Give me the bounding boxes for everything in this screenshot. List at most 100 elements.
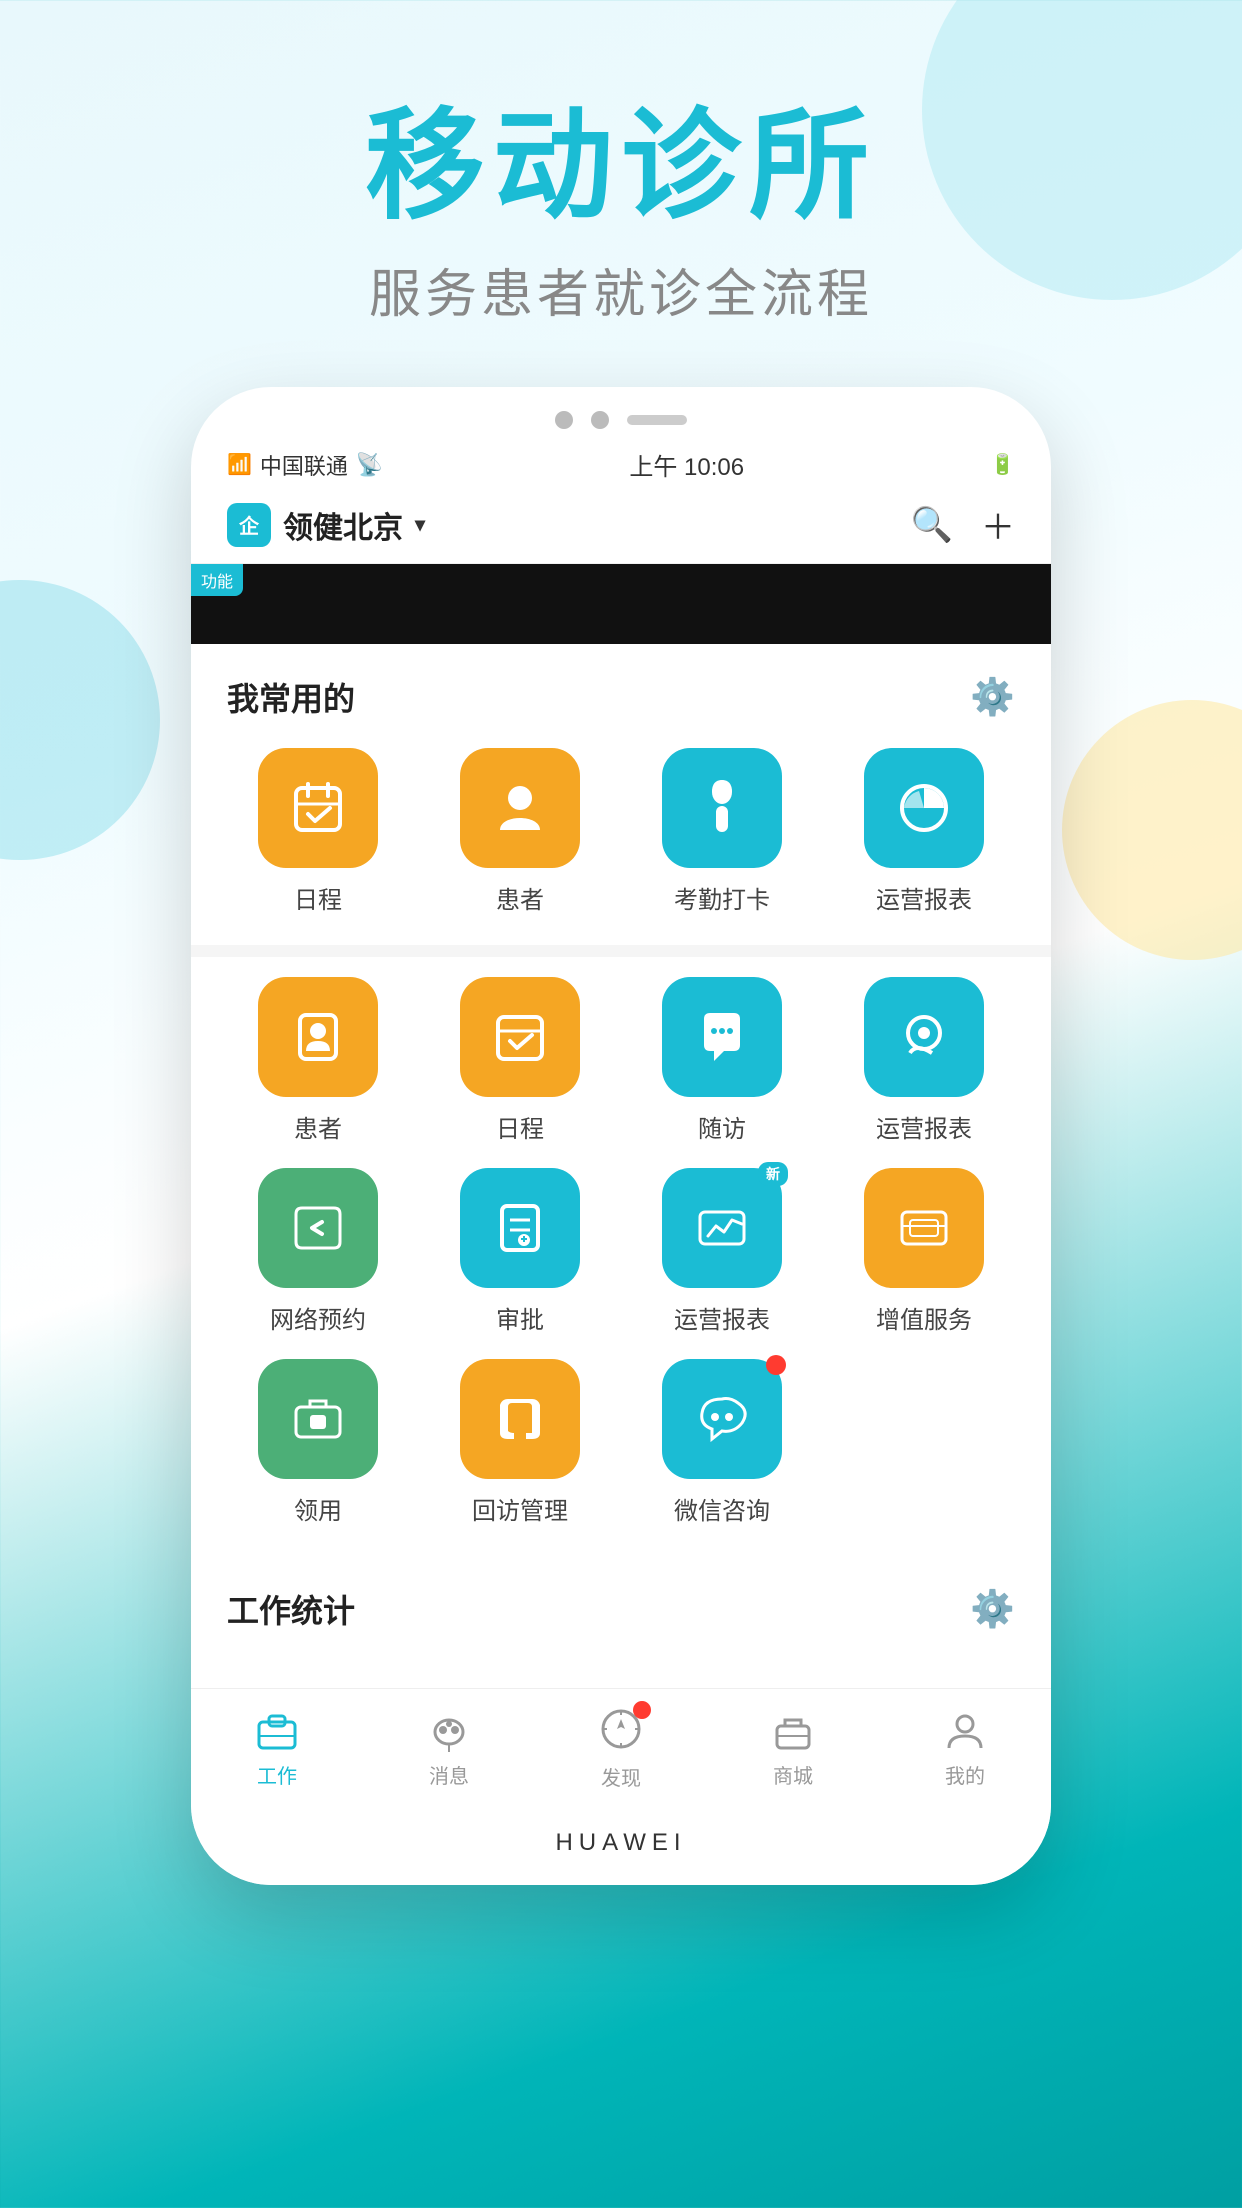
bottom-nav-shop-label: 商城 <box>773 1760 813 1789</box>
status-bar: 📶 中国联通 📡 上午 10:06 🔋 <box>191 439 1051 490</box>
bottom-nav-work[interactable]: 工作 <box>255 1710 299 1789</box>
promo-banner: 功能 <box>191 564 1051 644</box>
icon-box-schedule <box>258 748 378 868</box>
stats-gear-icon[interactable]: ⚙️ <box>970 1588 1015 1630</box>
nav-brand[interactable]: 企 领健北京 ▾ <box>227 503 425 547</box>
bottom-nav-shop[interactable]: 商城 <box>771 1710 815 1789</box>
common-icon-grid: 日程 患者 <box>227 748 1015 915</box>
signal-icon: 📶 <box>227 452 252 477</box>
icon-box-patient2 <box>258 977 378 1097</box>
new-badge: 新 <box>758 1162 788 1186</box>
nav-actions: 🔍 ＋ <box>911 500 1015 549</box>
promo-badge: 功能 <box>191 564 243 596</box>
carrier-name: 中国联通 <box>260 449 348 481</box>
icon-label-vip: 增值服务 <box>876 1300 972 1335</box>
report3-icon <box>692 1198 752 1258</box>
icon-item-followup[interactable]: 随访 <box>631 977 813 1144</box>
huawei-logo: HUAWEI <box>555 1829 686 1856</box>
icon-box-report3: 新 <box>662 1168 782 1288</box>
work-icon <box>255 1710 299 1754</box>
apps-row-3: 领用 回访管理 <box>227 1359 1015 1526</box>
bottom-nav-mine-label: 我的 <box>945 1760 985 1789</box>
huawei-brand: HUAWEI <box>191 1811 1051 1885</box>
report-icon <box>894 778 954 838</box>
icon-box-followup <box>662 977 782 1097</box>
red-dot-badge <box>766 1355 786 1375</box>
booking-icon <box>288 1198 348 1258</box>
shop-icon <box>771 1710 815 1754</box>
patient-icon <box>490 778 550 838</box>
icon-box-booking <box>258 1168 378 1288</box>
bottom-nav-discover-label: 发现 <box>601 1762 641 1791</box>
bottom-nav-message-label: 消息 <box>429 1760 469 1789</box>
icon-label-report2: 运营报表 <box>876 1109 972 1144</box>
icon-box-attendance <box>662 748 782 868</box>
bottom-nav-mine[interactable]: 我的 <box>943 1710 987 1789</box>
approval-icon <box>490 1198 550 1258</box>
phone-wrapper: 📶 中国联通 📡 上午 10:06 🔋 企 领健北京 ▾ 🔍 ＋ 功能 <box>0 387 1242 1885</box>
icon-item-vip[interactable]: 增值服务 <box>833 1168 1015 1335</box>
callback-icon <box>490 1389 550 1449</box>
patient2-icon <box>288 1007 348 1067</box>
hero-subtitle: 服务患者就诊全流程 <box>0 252 1242 327</box>
schedule-icon <box>288 778 348 838</box>
dot-2 <box>591 411 609 429</box>
wifi-icon: 📡 <box>356 452 383 478</box>
stats-section-title: 工作统计 <box>227 1586 355 1632</box>
icon-label-patient2: 患者 <box>294 1109 342 1144</box>
message-icon <box>427 1710 471 1754</box>
brand-name: 领健北京 <box>283 503 403 547</box>
icon-item-empty <box>833 1359 1015 1526</box>
icon-label-wechat: 微信咨询 <box>674 1491 770 1526</box>
status-time: 上午 10:06 <box>629 447 744 482</box>
icon-box-report <box>864 748 984 868</box>
icon-box-schedule2 <box>460 977 580 1097</box>
vip-icon <box>894 1198 954 1258</box>
icon-box-approval <box>460 1168 580 1288</box>
apps-row-2: 网络预约 审批 <box>227 1168 1015 1335</box>
all-apps-section: 患者 日程 <box>191 957 1051 1546</box>
add-button[interactable]: ＋ <box>981 500 1015 549</box>
icon-label-supply: 领用 <box>294 1491 342 1526</box>
icon-label-attendance: 考勤打卡 <box>674 880 770 915</box>
icon-item-approval[interactable]: 审批 <box>429 1168 611 1335</box>
icon-label-patient: 患者 <box>496 880 544 915</box>
hero-title: 移动诊所 <box>0 100 1242 232</box>
bottom-nav-discover[interactable]: 发现 <box>599 1707 643 1791</box>
icon-item-patient[interactable]: 患者 <box>429 748 611 915</box>
mine-icon <box>943 1710 987 1754</box>
search-button[interactable]: 🔍 <box>911 505 953 545</box>
apps-row-1: 患者 日程 <box>227 977 1015 1144</box>
chevron-down-icon: ▾ <box>415 512 425 537</box>
icon-label-schedule2: 日程 <box>496 1109 544 1144</box>
report2-icon <box>894 1007 954 1067</box>
stats-section-header: 工作统计 ⚙️ <box>227 1586 1015 1632</box>
icon-box-supply <box>258 1359 378 1479</box>
bottom-nav-message[interactable]: 消息 <box>427 1710 471 1789</box>
battery-icon: 🔋 <box>990 452 1015 477</box>
supply-icon <box>288 1389 348 1449</box>
icon-item-report2[interactable]: 运营报表 <box>833 977 1015 1144</box>
icon-item-report[interactable]: 运营报表 <box>833 748 1015 915</box>
hero-section: 移动诊所 服务患者就诊全流程 <box>0 0 1242 327</box>
icon-item-schedule2[interactable]: 日程 <box>429 977 611 1144</box>
discover-badge <box>633 1701 651 1719</box>
icon-item-attendance[interactable]: 考勤打卡 <box>631 748 813 915</box>
icon-item-callback[interactable]: 回访管理 <box>429 1359 611 1526</box>
icon-item-booking[interactable]: 网络预约 <box>227 1168 409 1335</box>
phone-indicator-dots <box>191 387 1051 439</box>
common-gear-icon[interactable]: ⚙️ <box>970 676 1015 718</box>
icon-label-approval: 审批 <box>496 1300 544 1335</box>
icon-box-wechat <box>662 1359 782 1479</box>
icon-item-patient2[interactable]: 患者 <box>227 977 409 1144</box>
phone-home-indicator <box>627 415 687 425</box>
icon-item-schedule[interactable]: 日程 <box>227 748 409 915</box>
icon-item-supply[interactable]: 领用 <box>227 1359 409 1526</box>
phone-mockup: 📶 中国联通 📡 上午 10:06 🔋 企 领健北京 ▾ 🔍 ＋ 功能 <box>191 387 1051 1885</box>
icon-item-report3[interactable]: 新 运营报表 <box>631 1168 813 1335</box>
dot-1 <box>555 411 573 429</box>
bottom-navigation: 工作 消息 <box>191 1688 1051 1811</box>
icon-label-schedule: 日程 <box>294 880 342 915</box>
icon-item-wechat[interactable]: 微信咨询 <box>631 1359 813 1526</box>
brand-icon: 企 <box>227 503 271 547</box>
